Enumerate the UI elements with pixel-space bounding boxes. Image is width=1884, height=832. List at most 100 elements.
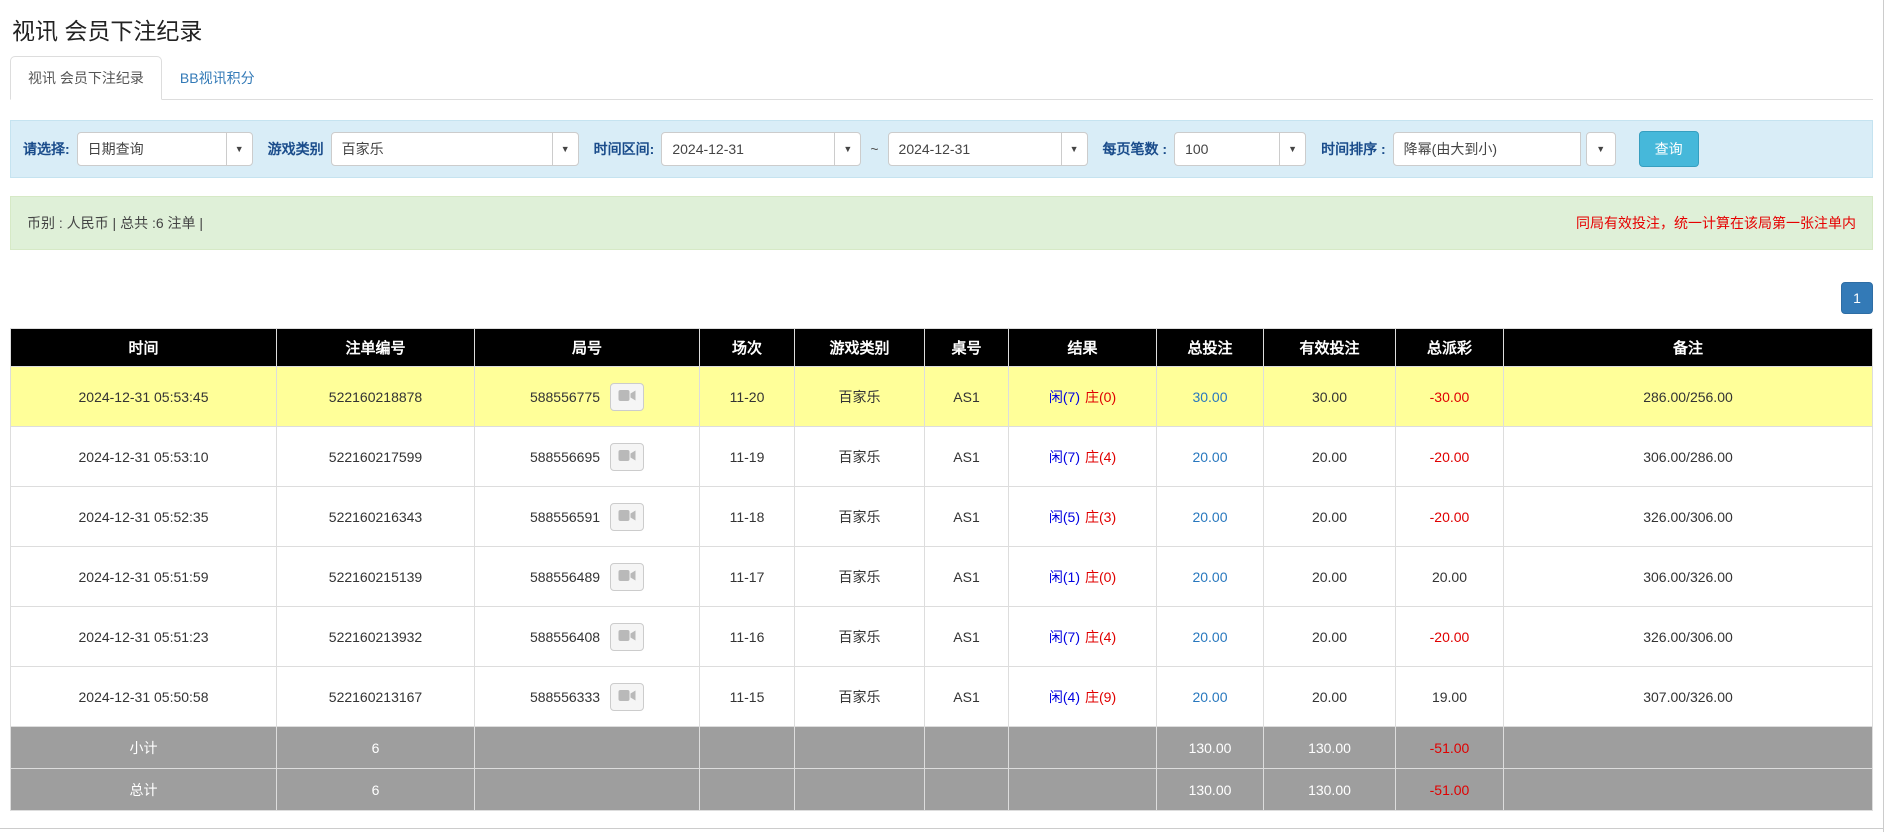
info-bar: 币别 : 人民币 | 总共 :6 注单 | 同局有效投注，统一计算在该局第一张注… — [10, 196, 1873, 250]
tab-bb-points[interactable]: BB视讯积分 — [162, 56, 273, 100]
cell-session: 11-16 — [700, 607, 795, 667]
result-banker: 庄(9) — [1085, 689, 1116, 705]
cell-note: 326.00/306.00 — [1504, 607, 1873, 667]
video-replay-button[interactable] — [610, 443, 644, 471]
cell-payout: 20.00 — [1396, 547, 1504, 607]
video-replay-button[interactable] — [610, 623, 644, 651]
total-total-bet: 130.00 — [1157, 769, 1264, 811]
video-camera-icon — [618, 689, 636, 705]
table-row: 2024-12-31 05:51:59 522160215139 5885564… — [11, 547, 1873, 607]
video-replay-button[interactable] — [610, 503, 644, 531]
cell-round-id: 588556489 — [475, 547, 700, 607]
result-banker: 庄(3) — [1085, 509, 1116, 525]
round-id-value: 588556408 — [530, 629, 600, 645]
cell-total-bet: 20.00 — [1157, 547, 1264, 607]
cell-payout: -20.00 — [1396, 427, 1504, 487]
table-row: 2024-12-31 05:51:23 522160213932 5885564… — [11, 607, 1873, 667]
total-bet-link[interactable]: 20.00 — [1192, 449, 1227, 465]
tab-bar: 视讯 会员下注纪录 BB视讯积分 — [10, 56, 1873, 100]
caret-down-icon: ▼ — [843, 145, 852, 154]
cell-round-id: 588556333 — [475, 667, 700, 727]
tab-betting-records[interactable]: 视讯 会员下注纪录 — [10, 56, 162, 100]
column-header-result: 结果 — [1009, 329, 1157, 367]
date-from-input[interactable] — [661, 132, 835, 166]
total-label: 总计 — [11, 769, 277, 811]
table-row: 2024-12-31 05:52:35 522160216343 5885565… — [11, 487, 1873, 547]
cell-table-no: AS1 — [925, 427, 1009, 487]
column-header-session: 场次 — [700, 329, 795, 367]
cell-game-type: 百家乐 — [795, 427, 925, 487]
sort-order-select[interactable] — [1393, 132, 1581, 166]
cell-payout: 19.00 — [1396, 667, 1504, 727]
video-replay-button[interactable] — [610, 563, 644, 591]
result-player: 闲(4) — [1049, 689, 1080, 705]
column-header-round-id: 局号 — [475, 329, 700, 367]
page-size-dropdown-button[interactable]: ▼ — [1279, 132, 1306, 166]
total-bet-link[interactable]: 20.00 — [1192, 689, 1227, 705]
cell-time: 2024-12-31 05:53:10 — [11, 427, 277, 487]
date-to-dropdown-button[interactable]: ▼ — [1061, 132, 1088, 166]
subtotal-valid-bet: 130.00 — [1264, 727, 1396, 769]
video-replay-button[interactable] — [610, 683, 644, 711]
column-header-bet-id: 注单编号 — [277, 329, 475, 367]
cell-result: 闲(7)庄(4) — [1009, 427, 1157, 487]
total-bet-link[interactable]: 30.00 — [1192, 389, 1227, 405]
caret-down-icon: ▼ — [1070, 145, 1079, 154]
cell-total-bet: 20.00 — [1157, 607, 1264, 667]
tab-betting-records-label: 视讯 会员下注纪录 — [28, 70, 144, 86]
cell-time: 2024-12-31 05:50:58 — [11, 667, 277, 727]
subtotal-label: 小计 — [11, 727, 277, 769]
bottom-divider — [0, 828, 1883, 829]
sort-order-dropdown-button[interactable]: ▼ — [1586, 132, 1616, 166]
cell-bet-id: 522160217599 — [277, 427, 475, 487]
total-payout: -51.00 — [1430, 782, 1470, 798]
betting-records-table: 时间 注单编号 局号 场次 游戏类别 桌号 结果 总投注 有效投注 总派彩 备注… — [10, 328, 1873, 811]
caret-down-icon: ▼ — [1596, 145, 1605, 154]
video-camera-icon — [618, 389, 636, 405]
result-banker: 庄(0) — [1085, 569, 1116, 585]
cell-time: 2024-12-31 05:51:23 — [11, 607, 277, 667]
payout-value: 19.00 — [1432, 689, 1467, 705]
cell-session: 11-18 — [700, 487, 795, 547]
result-banker: 庄(4) — [1085, 629, 1116, 645]
result-player: 闲(7) — [1049, 389, 1080, 405]
column-header-total-bet: 总投注 — [1157, 329, 1264, 367]
page-title: 视讯 会员下注纪录 — [12, 12, 1873, 46]
column-header-time: 时间 — [11, 329, 277, 367]
cell-valid-bet: 30.00 — [1264, 367, 1396, 427]
round-id-value: 588556333 — [530, 689, 600, 705]
date-to-input[interactable] — [888, 132, 1062, 166]
game-type-select[interactable] — [331, 132, 553, 166]
subtotal-count: 6 — [277, 727, 475, 769]
subtotal-row: 小计 6 130.00 130.00 -51.00 — [11, 727, 1873, 769]
page-button-1[interactable]: 1 — [1841, 282, 1873, 314]
cell-valid-bet: 20.00 — [1264, 487, 1396, 547]
cell-time: 2024-12-31 05:51:59 — [11, 547, 277, 607]
date-from-dropdown-button[interactable]: ▼ — [834, 132, 861, 166]
table-row: 2024-12-31 05:50:58 522160213167 5885563… — [11, 667, 1873, 727]
query-type-dropdown-button[interactable]: ▼ — [226, 132, 253, 166]
video-camera-icon — [618, 569, 636, 585]
video-replay-button[interactable] — [610, 383, 644, 411]
cell-note: 306.00/286.00 — [1504, 427, 1873, 487]
cell-valid-bet: 20.00 — [1264, 427, 1396, 487]
total-bet-link[interactable]: 20.00 — [1192, 629, 1227, 645]
cell-round-id: 588556408 — [475, 607, 700, 667]
search-button[interactable]: 查询 — [1639, 131, 1699, 167]
cell-time: 2024-12-31 05:53:45 — [11, 367, 277, 427]
cell-result: 闲(4) 庄(9) — [1009, 667, 1157, 727]
total-bet-link[interactable]: 20.00 — [1192, 569, 1227, 585]
page-size-input[interactable] — [1174, 132, 1280, 166]
cell-total-bet: 20.00 — [1157, 487, 1264, 547]
cell-total-bet: 20.00 — [1157, 427, 1264, 487]
currency-summary-text: 币别 : 人民币 | 总共 :6 注单 | — [27, 213, 203, 233]
query-type-select[interactable] — [77, 132, 227, 166]
cell-result: 闲(7)庄(4) — [1009, 607, 1157, 667]
result-player: 闲(5) — [1049, 509, 1080, 525]
total-bet-link[interactable]: 20.00 — [1192, 509, 1227, 525]
cell-session: 11-19 — [700, 427, 795, 487]
cell-game-type: 百家乐 — [795, 607, 925, 667]
game-type-dropdown-button[interactable]: ▼ — [552, 132, 579, 166]
cell-note: 286.00/256.00 — [1504, 367, 1873, 427]
notice-text: 同局有效投注，统一计算在该局第一张注单内 — [1576, 213, 1856, 233]
